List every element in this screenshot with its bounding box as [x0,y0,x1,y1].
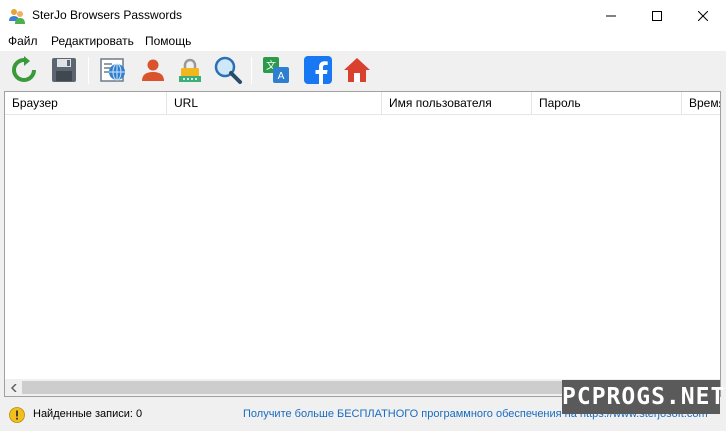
close-button[interactable] [680,0,726,31]
column-browser[interactable]: Браузер [5,92,167,115]
maximize-button[interactable] [634,0,680,31]
password-button[interactable] [174,54,206,86]
search-icon [214,56,242,84]
toolbar-separator [251,57,252,84]
search-button[interactable] [212,54,244,86]
lock-password-icon [179,58,201,82]
info-icon [9,407,25,423]
menu-file[interactable]: Файл [8,34,38,48]
toolbar: 文 A [0,51,726,91]
maximize-icon [652,10,662,21]
watermark-logo: PCPROGS.NET [562,380,724,414]
passwords-list[interactable]: Браузер URL Имя пользователя Пароль Врем… [4,91,721,397]
column-password[interactable]: Пароль [532,92,682,115]
menu-help[interactable]: Помощь [145,34,191,48]
title-bar: SterJo Browsers Passwords [0,0,726,31]
scroll-thumb[interactable] [22,381,562,394]
people-icon [8,7,26,25]
column-username[interactable]: Имя пользователя [382,92,532,115]
close-icon [698,10,708,21]
user-icon [142,59,164,81]
translate-icon: 文 A [263,57,289,83]
scroll-left-button[interactable] [5,379,22,396]
window-title: SterJo Browsers Passwords [32,8,183,22]
column-url[interactable]: URL [167,92,382,115]
refresh-button[interactable] [8,54,40,86]
save-button[interactable] [48,54,80,86]
menu-edit[interactable]: Редактировать [51,34,134,48]
browser-list-button[interactable] [97,54,129,86]
save-icon [52,58,76,82]
toolbar-separator [88,57,89,84]
svg-text:A: A [278,71,285,82]
refresh-icon [12,56,36,82]
chevron-left-icon [10,383,17,392]
home-icon [344,58,370,82]
user-button[interactable] [137,54,169,86]
facebook-button[interactable] [302,54,334,86]
translate-button[interactable]: 文 A [260,54,292,86]
facebook-icon [304,56,332,85]
browser-list-icon [100,58,125,82]
minimize-icon [606,15,616,16]
list-header: Браузер URL Имя пользователя Пароль Врем… [5,92,720,115]
records-found-label: Найденные записи: 0 [33,408,143,420]
column-time[interactable]: Время [682,92,720,115]
minimize-button[interactable] [588,0,634,31]
home-button[interactable] [341,54,373,86]
menu-bar: Файл Редактировать Помощь [0,31,726,51]
